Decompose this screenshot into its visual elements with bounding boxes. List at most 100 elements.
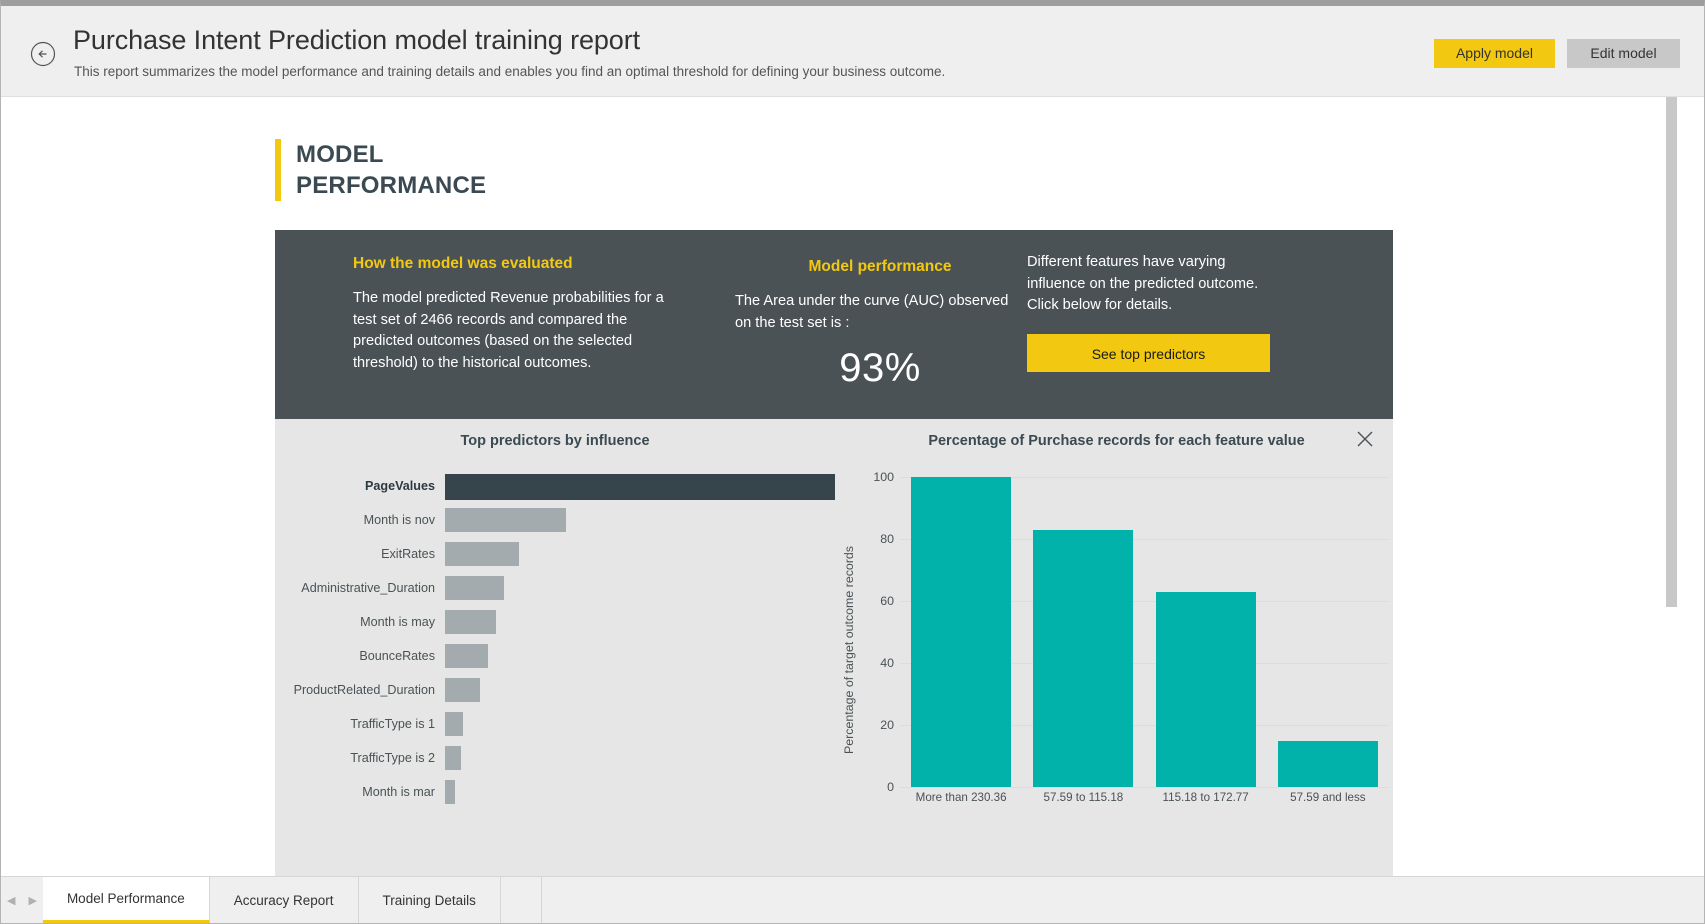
feature-bar-cell [1278,477,1378,787]
back-arrow-icon[interactable] [30,41,56,67]
predictor-bar[interactable] [445,678,480,702]
tab-list: Model Performance Accuracy Report Training… [43,877,501,923]
report-canvas: MODEL PERFORMANCE How the model was eval… [1,97,1704,876]
predictor-label: TrafficType is 2 [275,751,445,765]
predictor-label: Administrative_Duration [275,581,445,595]
predictor-row[interactable]: BounceRates [275,639,835,673]
predictor-bar-track [445,576,835,600]
tab-training-details[interactable]: Training Details [359,877,501,923]
predictor-row[interactable]: ExitRates [275,537,835,571]
gridline [900,787,1389,788]
evaluation-body: The model predicted Revenue probabilitie… [353,288,673,374]
see-top-predictors-button[interactable]: See top predictors [1027,334,1270,372]
predictor-bar[interactable] [445,542,519,566]
predictor-bar[interactable] [445,746,461,770]
feature-value-plot: Percentage of target outcome records 020… [840,467,1393,867]
performance-column: Model performance The Area under the cur… [735,258,1025,391]
x-axis-labels: More than 230.3657.59 to 115.18115.18 to… [900,791,1389,804]
predictor-bar-track [445,610,835,634]
tab-label: Accuracy Report [234,893,334,908]
x-axis-tick-label: More than 230.36 [911,791,1011,804]
predictor-bar-track [445,780,835,804]
evaluation-heading: How the model was evaluated [353,255,673,273]
predictor-bar[interactable] [445,474,835,500]
predictor-row[interactable]: Month is mar [275,775,835,809]
predictor-bar[interactable] [445,644,488,668]
predictor-label: ProductRelated_Duration [275,683,445,697]
predictor-bar[interactable] [445,610,496,634]
predictor-label: Month is nov [275,513,445,527]
predictor-row[interactable]: TrafficType is 1 [275,707,835,741]
y-axis-tick: 60 [858,594,894,608]
predictor-row[interactable]: Month is may [275,605,835,639]
edit-model-button[interactable]: Edit model [1567,39,1680,68]
y-axis-tick: 100 [858,470,894,484]
top-predictors-panel: Top predictors by influence PageValues Mo… [275,419,1393,876]
tab-label: Model Performance [67,891,185,906]
section-heading-line2: PERFORMANCE [296,170,486,201]
auc-value: 93% [735,346,1025,391]
page-subtitle: This report summarizes the model perform… [74,64,945,79]
feature-bar-cell [1156,477,1256,787]
apply-model-button[interactable]: Apply model [1434,39,1555,68]
page-title: Purchase Intent Prediction model trainin… [73,25,640,56]
predictor-row[interactable]: Month is nov [275,503,835,537]
chevron-right-icon[interactable]: ▶ [28,894,36,907]
report-window: Purchase Intent Prediction model trainin… [0,0,1705,924]
tab-label: Training Details [383,893,476,908]
predictors-body: Different features have varying influenc… [1027,252,1277,317]
y-axis-tick: 0 [858,780,894,794]
performance-body: The Area under the curve (AUC) observed … [735,291,1025,334]
header-actions: Apply model Edit model [1434,39,1680,68]
model-summary-panel: How the model was evaluated The model pr… [275,230,1393,419]
feature-value-bars [900,477,1389,787]
section-heading-line1: MODEL [296,139,486,170]
y-axis-tick: 80 [858,532,894,546]
y-axis-tick: 40 [858,656,894,670]
predictor-row[interactable]: PageValues [275,469,835,503]
feature-bar[interactable] [911,477,1011,787]
predictors-column: Different features have varying influenc… [1027,252,1277,372]
x-axis-tick-label: 57.59 and less [1278,791,1378,804]
report-page: MODEL PERFORMANCE How the model was eval… [1,97,1679,876]
report-header: Purchase Intent Prediction model trainin… [1,6,1704,97]
predictor-label: Month is mar [275,785,445,799]
top-predictors-bars: PageValues Month is nov ExitRates Administr… [275,469,835,809]
page-tab-bar: ◀ ▶ Model Performance Accuracy Report Trai… [1,876,1704,923]
top-predictors-chart-title: Top predictors by influence [275,433,835,449]
y-axis-ticks: 020406080100 [858,477,894,787]
evaluation-column: How the model was evaluated The model pr… [353,255,673,374]
feature-bar[interactable] [1278,741,1378,788]
predictor-bar[interactable] [445,712,463,736]
report-scrollbar[interactable] [1664,97,1679,876]
chevron-left-icon[interactable]: ◀ [7,894,15,907]
predictor-label: BounceRates [275,649,445,663]
predictor-bar-track [445,712,835,736]
predictor-bar[interactable] [445,508,566,532]
predictor-bar-track [445,644,835,668]
y-axis-tick: 20 [858,718,894,732]
predictor-label: TrafficType is 1 [275,717,445,731]
feature-bar-cell [911,477,1011,787]
tab-model-performance[interactable]: Model Performance [43,877,210,923]
predictor-label: Month is may [275,615,445,629]
section-heading-text: MODEL PERFORMANCE [296,139,486,201]
feature-bar-cell [1033,477,1133,787]
report-scrollbar-thumb[interactable] [1666,97,1677,607]
tab-accuracy-report[interactable]: Accuracy Report [210,877,359,923]
predictor-label: ExitRates [275,547,445,561]
predictor-row[interactable]: TrafficType is 2 [275,741,835,775]
predictor-bar-track [445,746,835,770]
x-axis-tick-label: 57.59 to 115.18 [1033,791,1133,804]
feature-bar[interactable] [1156,592,1256,787]
predictor-bar[interactable] [445,780,455,804]
predictor-row[interactable]: Administrative_Duration [275,571,835,605]
predictor-bar[interactable] [445,576,504,600]
feature-bar[interactable] [1033,530,1133,787]
accent-bar [275,139,281,201]
predictor-row[interactable]: ProductRelated_Duration [275,673,835,707]
predictor-bar-track [445,542,835,566]
predictor-label: PageValues [275,479,445,493]
top-predictors-chart: Top predictors by influence PageValues Mo… [275,433,835,876]
feature-value-chart: Percentage of Purchase records for each … [840,433,1393,876]
